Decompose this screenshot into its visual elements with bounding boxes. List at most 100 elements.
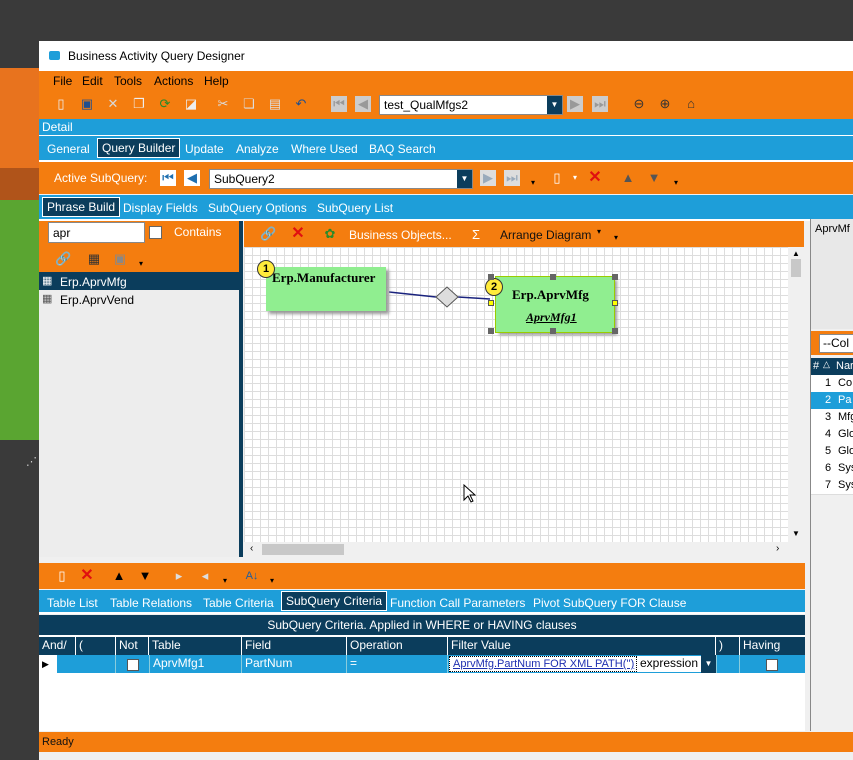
link-icon[interactable]: 🔗 xyxy=(260,226,276,242)
selection-handle[interactable] xyxy=(488,300,494,306)
link-icon[interactable]: 🔗 xyxy=(55,251,71,267)
selection-handle[interactable] xyxy=(488,328,494,334)
operation-cell[interactable]: = xyxy=(347,655,448,673)
selection-handle[interactable] xyxy=(550,328,556,334)
tab-analyze[interactable]: Analyze xyxy=(236,139,279,163)
filter-value-link[interactable]: AprvMfg.PartNum FOR XML PATH('') xyxy=(449,656,637,672)
delete-row-icon[interactable]: ✕ xyxy=(79,568,95,584)
selection-handle[interactable] xyxy=(488,274,494,280)
table-row[interactable]: 6 Sys xyxy=(811,460,853,478)
tab-general[interactable]: General xyxy=(47,139,90,163)
filter-type-value[interactable]: expression xyxy=(637,656,701,672)
delete-icon[interactable]: ✕ xyxy=(290,226,306,242)
tab-subquery-list[interactable]: SubQuery List xyxy=(317,198,393,222)
selection-handle[interactable] xyxy=(612,300,618,306)
diagram-node-aprvmfg[interactable]: Erp.AprvMfg AprvMfg1 xyxy=(495,276,615,333)
chevron-down-icon[interactable]: ▼ xyxy=(457,170,472,188)
last-record-icon[interactable]: ⏭ xyxy=(592,96,608,112)
splitter[interactable] xyxy=(239,221,243,557)
next-subquery-icon[interactable]: ▶ xyxy=(480,170,496,186)
menu-help[interactable]: Help xyxy=(204,74,229,88)
arrange-diagram-button[interactable]: Arrange Diagram xyxy=(500,228,591,242)
dropdown-arrow-icon[interactable]: ▾ xyxy=(525,175,541,191)
diagram-node-manufacturer[interactable]: Erp.Manufacturer xyxy=(266,267,386,311)
tab-update[interactable]: Update xyxy=(185,139,224,163)
refresh-icon[interactable]: ⟳ xyxy=(157,96,173,112)
selection-handle[interactable] xyxy=(612,328,618,334)
delete-icon[interactable]: ✕ xyxy=(105,96,121,112)
scroll-thumb[interactable] xyxy=(791,259,801,277)
table-row[interactable]: ▶ AprvMfg1 PartNum = AprvMfg.PartNum FOR… xyxy=(39,655,805,673)
copy2-icon[interactable]: ❏ xyxy=(241,96,257,112)
business-objects-icon[interactable]: ✿ xyxy=(322,226,338,242)
subquery-select[interactable]: SubQuery2 ▼ xyxy=(209,169,473,189)
selection-handle[interactable] xyxy=(612,274,618,280)
table-icon[interactable]: ▦ xyxy=(86,251,102,267)
paste-icon[interactable]: ▤ xyxy=(267,96,283,112)
save-layout-icon[interactable]: ▣ xyxy=(112,251,128,267)
last-subquery-icon[interactable]: ⏭ xyxy=(504,170,520,186)
table-row[interactable]: 7 Sys xyxy=(811,477,853,495)
move-up-icon[interactable]: ▲ xyxy=(111,568,127,584)
table-row[interactable]: 5 Glo xyxy=(811,443,853,461)
menu-actions[interactable]: Actions xyxy=(154,74,193,88)
business-objects-button[interactable]: Business Objects... xyxy=(349,228,452,242)
move-down-icon[interactable]: ▼ xyxy=(646,170,662,186)
move-down-icon[interactable]: ▼ xyxy=(137,568,153,584)
dropdown-arrow-icon[interactable]: ▾ xyxy=(597,227,601,236)
selection-handle[interactable] xyxy=(550,274,556,280)
scroll-left-icon[interactable]: ‹ xyxy=(250,543,253,554)
table-row[interactable]: 2 Pa xyxy=(811,392,853,410)
tab-function-call-parameters[interactable]: Function Call Parameters xyxy=(390,593,525,615)
menu-edit[interactable]: Edit xyxy=(82,74,103,88)
new-icon[interactable]: ▯ xyxy=(53,96,69,112)
tab-subquery-options[interactable]: SubQuery Options xyxy=(208,198,307,222)
tab-table-list[interactable]: Table List xyxy=(47,593,98,615)
tab-subquery-criteria[interactable]: SubQuery Criteria xyxy=(281,591,388,611)
next-record-icon[interactable]: ▶ xyxy=(567,96,583,112)
dropdown-arrow-icon[interactable]: ▾ xyxy=(567,170,583,186)
dropdown-arrow-icon[interactable]: ▾ xyxy=(133,256,149,272)
sort-az-icon[interactable]: A↓ xyxy=(244,568,260,584)
diagram-vertical-scrollbar[interactable]: ▲ ▼ xyxy=(788,247,804,542)
menu-tools[interactable]: Tools xyxy=(114,74,142,88)
join-diamond-icon[interactable] xyxy=(435,286,459,308)
move-up-icon[interactable]: ▲ xyxy=(620,170,636,186)
list-item[interactable]: ▦ Erp.AprvMfg xyxy=(39,272,239,290)
tab-display-fields[interactable]: Display Fields xyxy=(123,198,198,222)
dropdown-arrow-icon[interactable]: ▾ xyxy=(217,573,233,589)
diagram-canvas[interactable]: Erp.Manufacturer 1 Erp.AprvMfg AprvMfg1 … xyxy=(244,247,788,542)
field-cell[interactable]: PartNum xyxy=(242,655,347,673)
tab-table-criteria[interactable]: Table Criteria xyxy=(203,593,274,615)
forward-icon[interactable]: ⊕ xyxy=(657,96,673,112)
dropdown-arrow-icon[interactable]: ▾ xyxy=(264,573,280,589)
delete-subquery-icon[interactable]: ✕ xyxy=(587,170,603,186)
back-icon[interactable]: ⊖ xyxy=(631,96,647,112)
prev-record-icon[interactable]: ◀ xyxy=(355,96,371,112)
first-record-icon[interactable]: ⏮ xyxy=(331,96,347,112)
tab-query-builder[interactable]: Query Builder xyxy=(97,138,181,158)
chevron-down-icon[interactable]: ▼ xyxy=(547,96,562,114)
menu-file[interactable]: File xyxy=(53,74,72,88)
scroll-thumb[interactable] xyxy=(262,544,344,555)
prev-subquery-icon[interactable]: ◀ xyxy=(184,170,200,186)
sigma-button[interactable]: Σ xyxy=(472,227,480,242)
chevron-down-icon[interactable]: ▼ xyxy=(701,655,716,673)
copy-icon[interactable]: ❐ xyxy=(131,96,147,112)
table-row[interactable]: 4 Glo xyxy=(811,426,853,444)
and-or-cell[interactable] xyxy=(57,655,116,673)
column-combo[interactable]: --Col xyxy=(819,334,853,353)
indent-right-icon[interactable]: ▸ xyxy=(171,568,187,584)
close-paren-cell[interactable] xyxy=(716,655,740,673)
tab-phrase-build[interactable]: Phrase Build xyxy=(42,197,121,217)
eraser-icon[interactable]: ◪ xyxy=(183,96,199,112)
scroll-down-icon[interactable]: ▼ xyxy=(792,529,800,538)
new-row-icon[interactable]: ▯ xyxy=(54,568,70,584)
scroll-right-icon[interactable]: › xyxy=(776,543,779,554)
table-row[interactable]: 3 Mfg xyxy=(811,409,853,427)
diagram-horizontal-scrollbar[interactable]: ‹ › xyxy=(244,542,788,557)
dropdown-arrow-icon[interactable]: ▾ xyxy=(668,175,684,191)
home-icon[interactable]: ⌂ xyxy=(683,96,699,112)
tab-table-relations[interactable]: Table Relations xyxy=(110,593,192,615)
table-row[interactable]: 1 Co xyxy=(811,375,853,393)
